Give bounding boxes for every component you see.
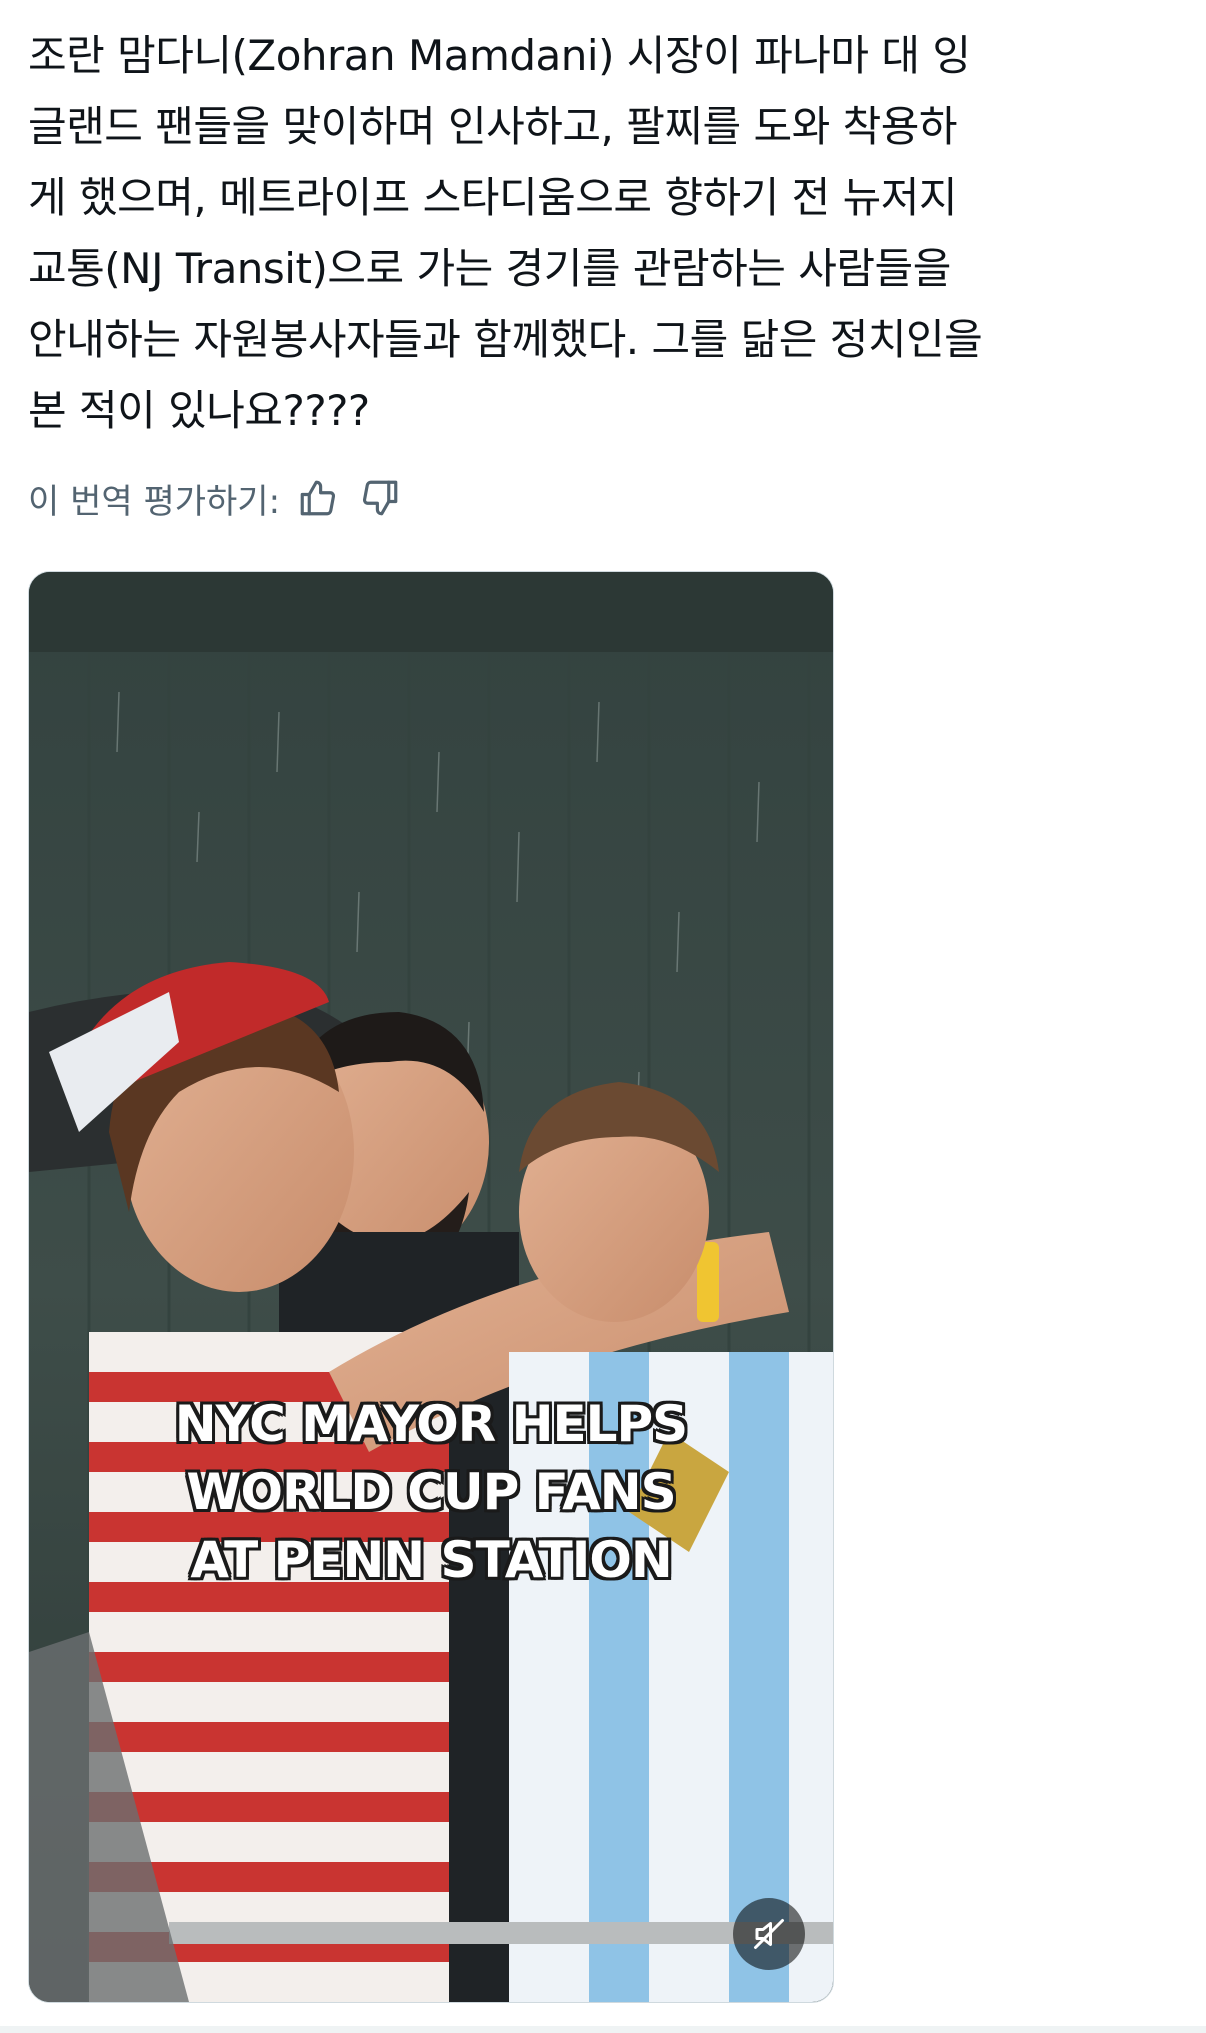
divider [0, 2026, 1206, 2033]
video-player[interactable]: NYC MAYOR HELPS WORLD CUP FANS AT PENN S… [28, 571, 834, 2003]
translation-rating: 이 번역 평가하기: [28, 470, 404, 526]
translation-rating-label: 이 번역 평가하기: [28, 481, 281, 522]
mute-button[interactable] [733, 1898, 805, 1970]
post-body: 조란 맘다니(Zohran Mamdani) 시장이 파나마 대 잉 글랜드 팬… [28, 20, 1188, 446]
post-text: 조란 맘다니(Zohran Mamdani) 시장이 파나마 대 잉 글랜드 팬… [28, 31, 983, 435]
thumbs-up-icon[interactable] [294, 474, 342, 522]
caption-line: NYC MAYOR HELPS [174, 1395, 688, 1453]
video-frame [29, 572, 833, 2002]
thumbs-down-icon[interactable] [356, 474, 404, 522]
speaker-muted-icon [754, 1919, 784, 1949]
caption-line: AT PENN STATION [190, 1531, 672, 1589]
caption-line: WORLD CUP FANS [186, 1463, 676, 1521]
video-caption: NYC MAYOR HELPS WORLD CUP FANS AT PENN S… [29, 1390, 833, 1594]
